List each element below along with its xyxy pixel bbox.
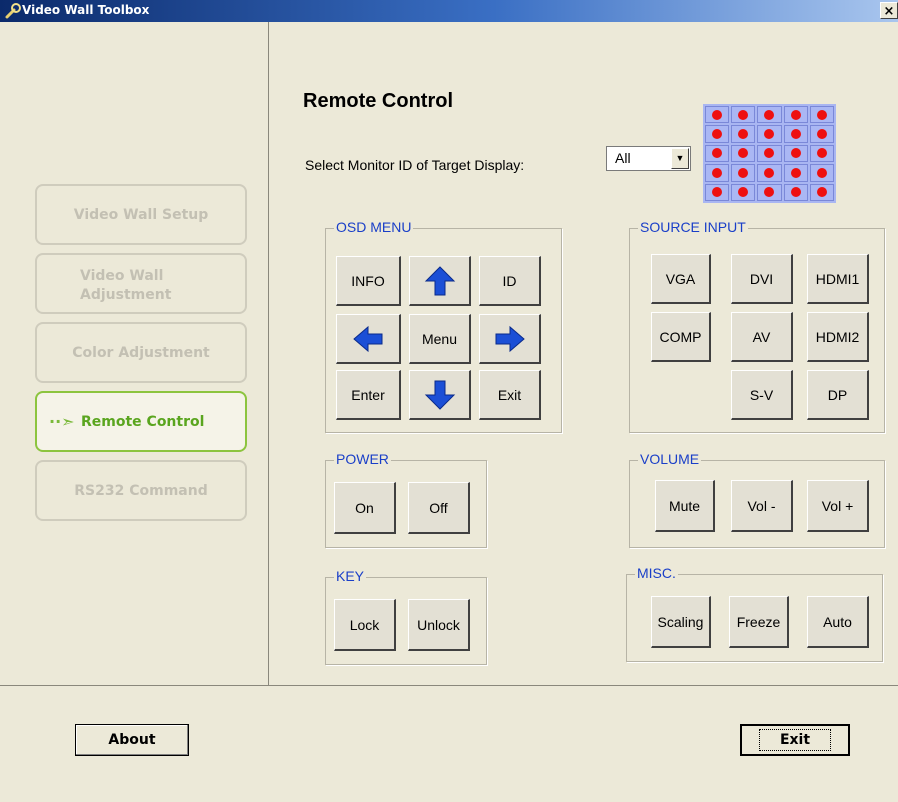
monitor-cell[interactable] bbox=[757, 125, 782, 143]
group-title: SOURCE INPUT bbox=[638, 219, 748, 235]
monitor-cell[interactable] bbox=[783, 144, 808, 163]
chevron-down-icon[interactable]: ▼ bbox=[671, 148, 689, 169]
source-hdmi2-button[interactable]: HDMI2 bbox=[807, 312, 869, 362]
monitor-cell[interactable] bbox=[731, 144, 756, 163]
misc-freeze-button[interactable]: Freeze bbox=[729, 596, 789, 648]
arrow-right-icon bbox=[495, 325, 525, 352]
exit-button-label: Exit bbox=[758, 729, 832, 751]
group-title: MISC. bbox=[635, 565, 678, 581]
misc-auto-button[interactable]: Auto bbox=[807, 596, 869, 648]
monitor-cell[interactable] bbox=[809, 144, 834, 163]
osd-menu-button[interactable]: Menu bbox=[409, 314, 471, 364]
osd-info-button[interactable]: INFO bbox=[336, 256, 401, 306]
group-title: KEY bbox=[334, 568, 367, 584]
key-lock-button[interactable]: Lock bbox=[334, 599, 396, 651]
sidebar-item-rs232-command[interactable]: RS232 Command bbox=[35, 460, 247, 521]
monitor-cell[interactable] bbox=[705, 106, 730, 124]
sidebar-item-label: Color Adjustment bbox=[72, 345, 210, 361]
source-comp-button[interactable]: COMP bbox=[651, 312, 711, 362]
osd-right-button[interactable] bbox=[479, 314, 541, 364]
source-sv-button[interactable]: S-V bbox=[731, 370, 793, 420]
sidebar-item-label: Remote Control bbox=[81, 414, 205, 430]
osd-left-button[interactable] bbox=[336, 314, 401, 364]
source-av-button[interactable]: AV bbox=[731, 312, 793, 362]
arrow-down-icon bbox=[424, 380, 455, 410]
close-button[interactable]: × bbox=[880, 2, 898, 19]
monitor-cell[interactable] bbox=[757, 183, 782, 201]
sidebar-item-label: Video Wall Setup bbox=[73, 207, 209, 223]
power-off-button[interactable]: Off bbox=[408, 482, 470, 534]
sidebar-item-label: Video Wall Adjustment bbox=[80, 268, 172, 303]
sidebar-item-color-adjustment[interactable]: Color Adjustment bbox=[35, 322, 247, 383]
monitor-cell[interactable] bbox=[705, 144, 730, 163]
monitor-select-label: Select Monitor ID of Target Display: bbox=[305, 157, 525, 173]
source-vga-button[interactable]: VGA bbox=[651, 254, 711, 304]
monitor-cell[interactable] bbox=[731, 183, 756, 201]
monitor-cell[interactable] bbox=[705, 183, 730, 201]
about-button[interactable]: About bbox=[75, 724, 189, 756]
sidebar-item-remote-control[interactable]: ··➣ Remote Control bbox=[35, 391, 247, 452]
monitor-id-value: All bbox=[615, 150, 631, 166]
sidebar-item-video-wall-setup[interactable]: Video Wall Setup bbox=[35, 184, 247, 245]
monitor-cell[interactable] bbox=[783, 164, 808, 182]
misc-scaling-button[interactable]: Scaling bbox=[651, 596, 711, 648]
source-dvi-button[interactable]: DVI bbox=[731, 254, 793, 304]
group-title: POWER bbox=[334, 451, 391, 467]
sidebar-item-video-wall-adjustment[interactable]: Video Wall Adjustment bbox=[35, 253, 247, 314]
monitor-cell[interactable] bbox=[783, 125, 808, 143]
monitor-cell[interactable] bbox=[705, 164, 730, 182]
power-on-button[interactable]: On bbox=[334, 482, 396, 534]
monitor-cell[interactable] bbox=[757, 164, 782, 182]
monitor-cell[interactable] bbox=[783, 183, 808, 201]
title-bar: Video Wall Toolbox × bbox=[0, 0, 898, 22]
sidebar-item-label: RS232 Command bbox=[74, 483, 208, 499]
monitor-cell[interactable] bbox=[809, 164, 834, 182]
monitor-cell[interactable] bbox=[705, 125, 730, 143]
arrow-right-icon: ··➣ bbox=[49, 412, 75, 431]
volume-up-button[interactable]: Vol + bbox=[807, 480, 869, 532]
volume-mute-button[interactable]: Mute bbox=[655, 480, 715, 532]
monitor-cell[interactable] bbox=[809, 106, 834, 124]
group-title: VOLUME bbox=[638, 451, 702, 467]
monitor-cell[interactable] bbox=[809, 183, 834, 201]
monitor-cell[interactable] bbox=[809, 125, 834, 143]
osd-enter-button[interactable]: Enter bbox=[336, 370, 401, 420]
osd-up-button[interactable] bbox=[409, 256, 471, 306]
osd-id-button[interactable]: ID bbox=[479, 256, 541, 306]
arrow-up-icon bbox=[424, 265, 455, 295]
monitor-cell[interactable] bbox=[783, 106, 808, 124]
arrow-left-icon bbox=[353, 325, 383, 352]
osd-down-button[interactable] bbox=[409, 370, 471, 420]
exit-button[interactable]: Exit bbox=[740, 724, 850, 756]
monitor-id-select[interactable]: All ▼ bbox=[606, 146, 691, 171]
volume-down-button[interactable]: Vol - bbox=[731, 480, 793, 532]
monitor-grid[interactable] bbox=[703, 104, 836, 203]
page-title: Remote Control bbox=[303, 90, 453, 112]
monitor-cell[interactable] bbox=[731, 125, 756, 143]
osd-exit-button[interactable]: Exit bbox=[479, 370, 541, 420]
monitor-cell[interactable] bbox=[757, 106, 782, 124]
monitor-cell[interactable] bbox=[757, 144, 782, 163]
monitor-cell[interactable] bbox=[731, 164, 756, 182]
group-title: OSD MENU bbox=[334, 219, 414, 235]
source-dp-button[interactable]: DP bbox=[807, 370, 869, 420]
key-unlock-button[interactable]: Unlock bbox=[408, 599, 470, 651]
source-hdmi1-button[interactable]: HDMI1 bbox=[807, 254, 869, 304]
wrench-icon bbox=[5, 3, 21, 19]
monitor-cell[interactable] bbox=[731, 106, 756, 124]
sidebar-divider bbox=[268, 22, 269, 685]
window-title: Video Wall Toolbox bbox=[22, 3, 150, 17]
